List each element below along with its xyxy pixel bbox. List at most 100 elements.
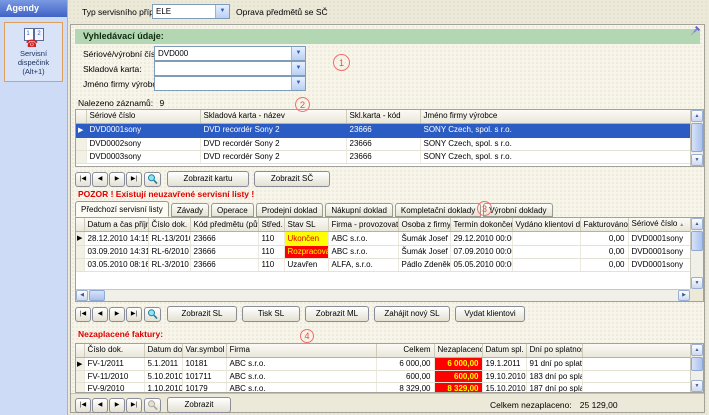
service-header-center[interactable]: Střed. xyxy=(258,218,284,232)
invoices-header-overdue[interactable]: Dní po splatnosti xyxy=(526,344,582,357)
tab-operations[interactable]: Operace xyxy=(211,203,254,217)
invoices-header-company[interactable]: Firma xyxy=(226,344,376,357)
invoices-header-total[interactable]: Celkem xyxy=(376,344,434,357)
nav-prev-button[interactable]: ◀ xyxy=(92,398,108,413)
search-magnifier-button[interactable] xyxy=(144,172,161,187)
nav-prev-button[interactable]: ◀ xyxy=(92,172,108,187)
scrollbar-thumb[interactable] xyxy=(691,357,703,371)
results-row[interactable]: DVD0002sony DVD recordér Sony 2 23666 SO… xyxy=(76,137,690,150)
service-header-invoiced[interactable]: Fakturováno xyxy=(580,218,628,232)
invoices-header-docno[interactable]: Číslo dok. xyxy=(84,344,144,357)
scroll-down-icon[interactable]: ▼ xyxy=(691,380,703,392)
results-row-selected[interactable]: ▶ DVD0001sony DVD recordér Sony 2 23666 … xyxy=(76,123,690,137)
nav-first-button[interactable]: |◀ xyxy=(75,172,91,187)
nav-prev-button[interactable]: ◀ xyxy=(92,307,108,322)
cell-center: 110 xyxy=(258,259,284,272)
found-records-count: 9 xyxy=(160,98,165,108)
nav-next-button[interactable]: ▶ xyxy=(109,172,125,187)
chevron-down-icon[interactable]: ▼ xyxy=(215,5,229,18)
issue-to-client-button[interactable]: Vydat klientovi xyxy=(455,306,525,322)
sidebar-item-service-dispatch[interactable]: 1 2 ☎ Servisní dispečink (Alt+1) xyxy=(4,22,63,82)
cell-docno: RL-3/2010 xyxy=(148,259,190,272)
serial-number-combobox[interactable]: DVD000 ▼ xyxy=(154,46,306,61)
service-header-deadline[interactable]: Termín dokončení xyxy=(450,218,512,232)
scroll-up-icon[interactable]: ▲ xyxy=(691,344,703,356)
tab-purchase-document[interactable]: Nákupní doklad xyxy=(325,203,393,217)
cell-itemcode: 23666 xyxy=(190,232,258,246)
manufacturer-combobox[interactable]: ▼ xyxy=(154,76,306,91)
tab-assembly-documents[interactable]: Kompletační doklady xyxy=(395,203,481,217)
scrollbar-thumb[interactable] xyxy=(691,123,703,152)
nav-last-button[interactable]: ▶| xyxy=(126,398,142,413)
pin-icon[interactable] xyxy=(688,26,700,38)
service-dispatch-window: Agendy 1 2 ☎ Servisní dispečink (Alt+1) … xyxy=(0,0,709,415)
tab-defects[interactable]: Závady xyxy=(171,203,209,217)
invoices-header-date[interactable]: Datum dok. xyxy=(144,344,182,357)
results-header-manufacturer[interactable]: Jméno firmy výrobce xyxy=(420,110,690,123)
cell-filler xyxy=(582,382,690,393)
stock-card-combobox[interactable]: ▼ xyxy=(154,61,306,76)
sidebar-agendas: Agendy 1 2 ☎ Servisní dispečink (Alt+1) xyxy=(0,0,68,415)
scroll-right-icon[interactable]: ▶ xyxy=(678,290,690,301)
show-sl-button[interactable]: Zobrazit SL xyxy=(167,306,237,322)
invoice-row[interactable]: ▶ FV-1/2011 5.1.2011 10181 ABC s.r.o. 6 … xyxy=(76,357,690,370)
nav-next-button[interactable]: ▶ xyxy=(109,398,125,413)
scroll-left-icon[interactable]: ◀ xyxy=(76,290,88,301)
service-vertical-scrollbar[interactable]: ▲ ▼ xyxy=(690,218,703,289)
service-header-status[interactable]: Stav SL xyxy=(284,218,328,232)
results-vertical-scrollbar[interactable]: ▲ ▼ xyxy=(690,110,703,166)
invoices-vertical-scrollbar[interactable]: ▲ ▼ xyxy=(690,344,703,392)
print-sl-button[interactable]: Tisk SL xyxy=(242,306,300,322)
results-header-stockcard[interactable]: Skladová karta - název xyxy=(200,110,346,123)
status-badge: Ukončen xyxy=(284,232,328,246)
service-header-company[interactable]: Firma - provozovatel xyxy=(328,218,398,232)
cell-varsymbol: 101711 xyxy=(182,370,226,382)
nav-first-button[interactable]: |◀ xyxy=(75,398,91,413)
scrollbar-thumb[interactable] xyxy=(89,290,105,301)
service-horizontal-scrollbar[interactable]: ◀ ▶ xyxy=(76,289,690,301)
nav-next-button[interactable]: ▶ xyxy=(109,307,125,322)
service-header-itemcode[interactable]: Kód předmětu (pův.) xyxy=(190,218,258,232)
service-header-datetime[interactable]: Datum a čas příjmu xyxy=(84,218,148,232)
tab-production-documents[interactable]: Výrobní doklady xyxy=(483,203,552,217)
service-header-person[interactable]: Osoba z firmy xyxy=(398,218,450,232)
service-row[interactable]: 03.05.2010 08:16 RL-3/2010 23666 110 Uza… xyxy=(76,259,690,272)
chevron-down-icon[interactable]: ▼ xyxy=(291,62,305,75)
show-invoice-button[interactable]: Zobrazit xyxy=(167,397,231,413)
results-header-code[interactable]: Skl.karta - kód xyxy=(346,110,420,123)
scroll-down-icon[interactable]: ▼ xyxy=(691,154,703,166)
show-card-button[interactable]: Zobrazit kartu xyxy=(167,171,249,187)
start-new-sl-button[interactable]: Zahájit nový SL xyxy=(374,306,450,322)
case-type-combobox[interactable]: ELE ▼ xyxy=(152,4,230,19)
invoice-row[interactable]: FV-11/2010 5.10.2010 101711 ABC s.r.o. 6… xyxy=(76,370,690,382)
chevron-down-icon[interactable]: ▼ xyxy=(291,77,305,90)
invoice-row[interactable]: FV-9/2010 1.10.2010 10179 ABC s.r.o. 8 3… xyxy=(76,382,690,393)
invoices-header-varsymbol[interactable]: Var.symbol xyxy=(182,344,226,357)
search-magnifier-button[interactable] xyxy=(144,307,161,322)
scroll-down-icon[interactable]: ▼ xyxy=(691,277,703,289)
nav-last-button[interactable]: ▶| xyxy=(126,172,142,187)
total-unpaid: Celkem nezaplaceno:25 129,00 xyxy=(490,400,618,410)
scrollbar-thumb[interactable] xyxy=(691,231,703,251)
service-header-docno[interactable]: Číslo dok. xyxy=(148,218,190,232)
service-row[interactable]: ▶ 28.12.2010 14:15 RL-13/2010 23666 110 … xyxy=(76,232,690,246)
nav-first-button[interactable]: |◀ xyxy=(75,307,91,322)
cell-manufacturer: SONY Czech, spol. s r.o. xyxy=(420,150,690,163)
show-serial-button[interactable]: Zobrazit SČ xyxy=(254,171,330,187)
service-header-serial[interactable]: Sériové číslo▲ xyxy=(628,218,690,232)
tab-sales-document[interactable]: Prodejní doklad xyxy=(256,203,324,217)
scroll-up-icon[interactable]: ▲ xyxy=(691,110,703,122)
nav-last-button[interactable]: ▶| xyxy=(126,307,142,322)
results-row[interactable]: DVD0003sony DVD recordér Sony 2 23666 SO… xyxy=(76,150,690,163)
service-header-issued[interactable]: Vydáno klientovi dn xyxy=(512,218,580,232)
chevron-down-icon[interactable]: ▼ xyxy=(291,47,305,60)
scroll-up-icon[interactable]: ▲ xyxy=(691,218,703,230)
service-row[interactable]: 03.09.2010 14:31 RL-6/2010 23666 110 Roz… xyxy=(76,246,690,259)
invoices-header-unpaid[interactable]: Nezaplaceno xyxy=(434,344,482,357)
service-header-row: Datum a čas příjmu Číslo dok. Kód předmě… xyxy=(76,218,690,232)
invoices-header-duedate[interactable]: Datum spl. xyxy=(482,344,526,357)
cell-company: ABC s.r.o. xyxy=(226,370,376,382)
tab-previous-service-sheets[interactable]: Předchozí servisní listy xyxy=(75,201,169,217)
results-header-serial[interactable]: Sériové číslo xyxy=(86,110,200,123)
show-ml-button[interactable]: Zobrazit ML xyxy=(305,306,369,322)
